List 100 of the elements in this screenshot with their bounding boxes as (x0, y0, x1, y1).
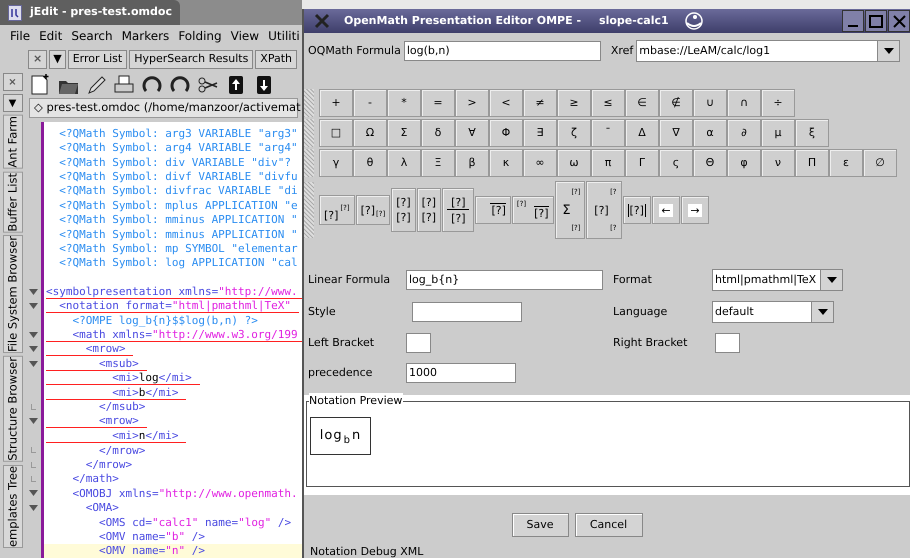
symbol-button[interactable]: λ (387, 149, 421, 177)
symbol-button[interactable]: ≥ (557, 89, 591, 117)
symbol-button[interactable]: ÷ (761, 89, 795, 117)
undo-icon[interactable] (141, 73, 163, 95)
stack-template-button[interactable]: [?] [?] (416, 188, 442, 232)
symbol-button[interactable]: ∉ (659, 89, 693, 117)
symbol-button[interactable]: ς (659, 149, 693, 177)
cancel-button[interactable]: Cancel (574, 513, 642, 537)
symbol-button[interactable]: ∂ (727, 119, 761, 147)
symbol-button[interactable]: ∅ (863, 149, 897, 177)
symbol-button[interactable]: ∀ (455, 119, 489, 147)
symbol-button[interactable]: - (353, 89, 387, 117)
side-tab[interactable]: Structure Browser (2, 356, 22, 462)
symbol-button[interactable]: ≤ (591, 89, 625, 117)
symbol-button[interactable]: ¯ (591, 119, 625, 147)
symbol-button[interactable]: ∈ (625, 89, 659, 117)
symbol-button[interactable]: ≠ (523, 89, 557, 117)
symbol-button[interactable]: Σ (387, 119, 421, 147)
symbol-button[interactable]: ξ (795, 119, 829, 147)
menu-item[interactable]: File (10, 27, 30, 45)
symbol-button[interactable]: ∩ (727, 89, 761, 117)
text-field[interactable]: log_b{n} (406, 270, 603, 290)
new-file-icon[interactable] (29, 73, 51, 95)
symbol-button[interactable]: ∇ (659, 119, 693, 147)
menu-item[interactable]: Folding (178, 27, 222, 45)
symbol-button[interactable]: β (455, 149, 489, 177)
menu-item[interactable]: Edit (39, 27, 62, 45)
side-tab[interactable]: File System Browser (2, 235, 22, 354)
symbol-button[interactable]: π (591, 149, 625, 177)
symbol-button[interactable]: δ (421, 119, 455, 147)
close-button[interactable]: × (28, 50, 48, 69)
menu-item[interactable]: Utiliti (268, 27, 300, 45)
symbol-button[interactable]: γ (319, 149, 353, 177)
dropdown-button[interactable]: ▼ (49, 50, 66, 69)
fold-arrow-icon[interactable] (28, 360, 38, 367)
text-field[interactable]: 1000 (406, 363, 516, 383)
text-field[interactable] (406, 333, 431, 353)
xref-combobox[interactable]: mbase://LeAM/calc/log1 (636, 40, 900, 62)
fold-arrow-icon[interactable] (28, 490, 38, 496)
symbol-button[interactable]: < (489, 89, 523, 117)
symbol-button[interactable]: θ (353, 149, 387, 177)
minimize-button[interactable] (842, 10, 864, 32)
maximize-button[interactable] (865, 10, 887, 32)
symbol-button[interactable]: ζ (557, 119, 591, 147)
symbol-button[interactable]: φ (727, 149, 761, 177)
text-field[interactable] (715, 333, 740, 353)
fraction-template-button[interactable]: [?] [?] (442, 188, 474, 232)
dropdown[interactable]: default (712, 301, 834, 323)
absolute-value-template-button[interactable]: [?] (622, 196, 651, 224)
toolbar-grip[interactable] (304, 89, 314, 117)
fold-arrow-icon[interactable] (28, 504, 38, 511)
toolbar-grip[interactable] (304, 149, 314, 177)
symbol-button[interactable]: + (319, 89, 353, 117)
toolbar-grip[interactable] (304, 182, 314, 238)
symbol-button[interactable]: κ (489, 149, 523, 177)
formula-field[interactable]: log(b,n) (404, 41, 601, 61)
redo-icon[interactable] (169, 73, 191, 95)
symbol-button[interactable]: ∪ (693, 89, 727, 117)
dock-tab[interactable]: Error List (68, 50, 128, 69)
symbol-button[interactable]: μ (761, 119, 795, 147)
stack-template-button[interactable]: [?] [?] (391, 188, 416, 232)
dock-tab[interactable]: XPath (255, 50, 297, 69)
menu-item[interactable]: Markers (122, 27, 170, 45)
symbol-button[interactable]: ∃ (523, 119, 557, 147)
symbol-button[interactable]: Ξ (421, 149, 455, 177)
text-field[interactable] (412, 302, 522, 322)
dropdown-button[interactable]: ▼ (2, 94, 22, 112)
fold-arrow-icon[interactable] (28, 418, 38, 424)
save-button[interactable]: Save (512, 513, 568, 537)
side-tab[interactable]: Buffer List (2, 172, 22, 232)
toolbar-grip[interactable] (304, 119, 314, 147)
symbol-button[interactable]: Θ (693, 149, 727, 177)
symbol-button[interactable]: * (387, 89, 421, 117)
close-button[interactable]: × (2, 73, 22, 91)
dropdown[interactable]: html|pmathml|TeX (712, 269, 843, 291)
printer-icon[interactable] (113, 73, 135, 95)
symbol-button[interactable]: Γ (625, 149, 659, 177)
square-root-template-button[interactable]: [?] (475, 196, 511, 224)
side-tab[interactable]: Ant Farm (2, 115, 22, 169)
symbol-button[interactable]: ∞ (523, 149, 557, 177)
symbol-button[interactable]: = (421, 89, 455, 117)
symbol-button[interactable]: ε (829, 149, 863, 177)
symbol-button[interactable]: ω (557, 149, 591, 177)
fold-arrow-icon[interactable] (28, 332, 38, 338)
symbol-button[interactable]: Π (795, 149, 829, 177)
arrow-button[interactable]: ← (652, 196, 680, 224)
fold-arrow-icon[interactable] (28, 303, 38, 310)
symbol-button[interactable]: > (455, 89, 489, 117)
menu-item[interactable]: View (230, 27, 260, 45)
side-tab[interactable]: emplates Tree (2, 465, 22, 548)
dock-tab[interactable]: HyperSearch Results (129, 50, 254, 69)
symbol-button[interactable]: α (693, 119, 727, 147)
symbol-button[interactable]: Φ (489, 119, 523, 147)
menu-item[interactable]: Search (71, 27, 113, 45)
arrow-button[interactable]: → (680, 196, 709, 224)
symbol-button[interactable]: Ω (353, 119, 387, 147)
symbol-button[interactable]: Δ (625, 119, 659, 147)
fold-arrow-icon[interactable] (28, 346, 38, 352)
symbol-button[interactable]: ν (761, 149, 795, 177)
symbol-button[interactable]: □ (319, 119, 353, 147)
